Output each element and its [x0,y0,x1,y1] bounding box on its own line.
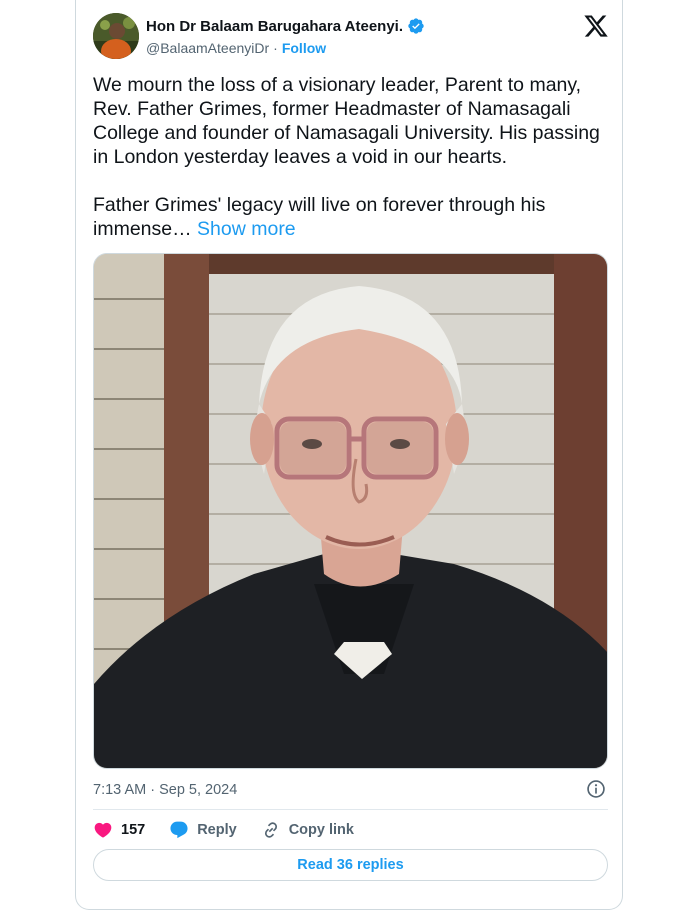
tweet-header: Hon Dr Balaam Barugahara Ateenyi. @Balaa… [93,13,609,63]
like-button[interactable]: 157 [93,820,145,840]
info-icon[interactable] [586,779,606,799]
x-logo-icon[interactable] [583,13,609,39]
like-count: 157 [121,822,146,838]
tweet-photo[interactable] [93,253,608,769]
author-name[interactable]: Hon Dr Balaam Barugahara Ateenyi. [146,18,403,35]
show-more-link[interactable]: Show more [197,218,296,240]
heart-icon [94,822,112,838]
read-replies-button[interactable]: Read 36 replies [93,849,608,881]
author-name-row: Hon Dr Balaam Barugahara Ateenyi. [146,17,425,35]
reply-label: Reply [197,822,237,838]
author-handle[interactable]: @BalaamAteenyiDr [146,40,269,56]
verified-badge-icon [408,18,424,34]
avatar[interactable] [93,13,139,59]
tweet-meta: 7:13 AM · Sep 5, 2024 [93,778,608,802]
link-icon [264,822,277,838]
action-bar: 157 Reply Copy link [93,818,378,842]
reply-icon [170,821,188,839]
tweet-text: We mourn the loss of a visionary leader,… [93,73,613,241]
copy-link-label: Copy link [288,822,354,838]
divider [93,809,608,810]
separator-dot: · [273,40,278,56]
reply-button[interactable]: Reply [169,820,237,840]
tweet-body: We mourn the loss of a visionary leader,… [93,74,600,240]
tweet-timestamp[interactable]: 7:13 AM · Sep 5, 2024 [93,782,237,798]
copy-link-button[interactable]: Copy link [261,820,354,840]
tweet-card: Hon Dr Balaam Barugahara Ateenyi. @Balaa… [75,0,623,910]
follow-button[interactable]: Follow [282,40,326,56]
author-sub-row: @BalaamAteenyiDr · Follow [146,40,326,56]
